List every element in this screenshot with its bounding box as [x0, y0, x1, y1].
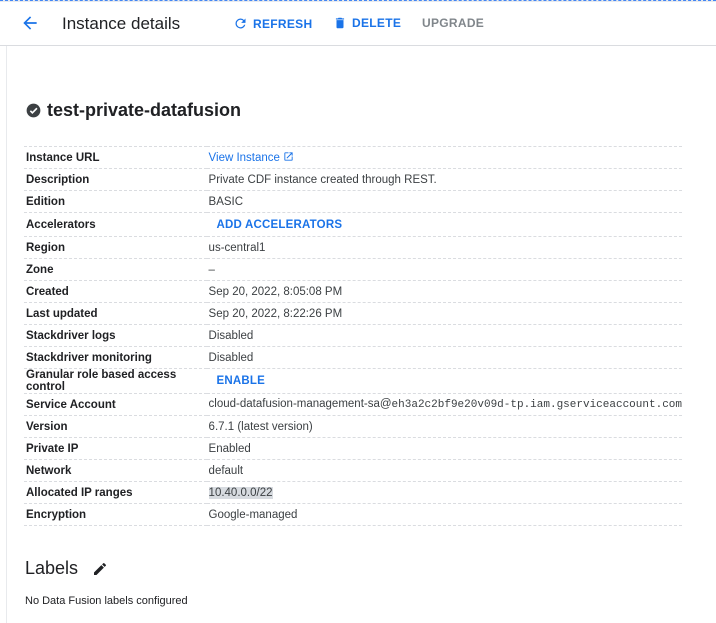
no-labels-text: No Data Fusion labels configured	[25, 595, 188, 607]
network-value: default	[206, 459, 682, 482]
created-value: Sep 20, 2022, 8:05:08 PM	[206, 280, 682, 303]
row-private-ip: Private IP Enabled	[24, 437, 682, 460]
row-network: Network default	[24, 459, 682, 482]
check-circle-icon	[26, 103, 41, 118]
accelerators-label: Accelerators	[24, 212, 207, 237]
upgrade-label: UPGRADE	[422, 16, 485, 30]
toolbar: Instance details REFRESH DELETE UPGRADE	[0, 2, 716, 46]
row-instance-url: Instance URL View Instance	[24, 146, 682, 169]
stackdriver-logs-value: Disabled	[206, 324, 682, 347]
refresh-button[interactable]: REFRESH	[233, 16, 312, 31]
encryption-label: Encryption	[24, 503, 207, 526]
instance-name: test-private-datafusion	[47, 100, 242, 120]
add-accelerators-button[interactable]: ADD ACCELERATORS	[217, 219, 343, 231]
view-instance-link[interactable]: View Instance	[209, 152, 280, 164]
pencil-icon[interactable]	[92, 561, 108, 577]
region-value: us-central1	[206, 236, 682, 259]
last-updated-label: Last updated	[24, 302, 207, 325]
row-ip-ranges: Allocated IP ranges 10.40.0.0/22	[24, 481, 682, 504]
accelerators-cell: ADD ACCELERATORS	[206, 212, 682, 237]
encryption-value: Google-managed	[206, 503, 682, 526]
row-stackdriver-logs: Stackdriver logs Disabled	[24, 324, 682, 347]
edition-value: BASIC	[206, 190, 682, 213]
row-description: Description Private CDF instance created…	[24, 168, 682, 191]
description-value: Private CDF instance created through RES…	[206, 168, 682, 191]
instance-details-table: Instance URL View Instance Description P…	[24, 146, 682, 526]
row-created: Created Sep 20, 2022, 8:05:08 PM	[24, 280, 682, 303]
row-version: Version 6.7.1 (latest version)	[24, 415, 682, 438]
network-label: Network	[24, 459, 207, 482]
edition-label: Edition	[24, 190, 207, 213]
enable-button[interactable]: ENABLE	[217, 375, 265, 387]
row-service-account: Service Account cloud-datafusion-managem…	[24, 393, 682, 416]
open-in-new-icon	[284, 152, 293, 161]
row-zone: Zone –	[24, 258, 682, 281]
zone-value: –	[206, 258, 682, 281]
service-account-value: cloud-datafusion-management-sa@eh3a2c2bf…	[206, 393, 682, 416]
refresh-icon	[235, 18, 246, 29]
trash-icon	[335, 17, 345, 29]
labels-title: Labels	[25, 558, 79, 578]
upgrade-button[interactable]: UPGRADE	[422, 16, 484, 30]
stackdriver-monitoring-label: Stackdriver monitoring	[24, 346, 207, 369]
ip-ranges-label: Allocated IP ranges	[24, 481, 207, 504]
row-encryption: Encryption Google-managed	[24, 503, 682, 526]
row-accelerators: Accelerators ADD ACCELERATORS	[24, 212, 682, 237]
row-stackdriver-monitoring: Stackdriver monitoring Disabled	[24, 346, 682, 369]
row-region: Region us-central1	[24, 236, 682, 259]
version-value: 6.7.1 (latest version)	[206, 415, 682, 438]
page-title: Instance details	[62, 14, 181, 33]
row-last-updated: Last updated Sep 20, 2022, 8:22:26 PM	[24, 302, 682, 325]
private-ip-label: Private IP	[24, 437, 207, 460]
back-arrow-icon[interactable]	[20, 13, 40, 33]
stackdriver-monitoring-value: Disabled	[206, 346, 682, 369]
region-label: Region	[24, 236, 207, 259]
version-label: Version	[24, 415, 207, 438]
service-account-prefix: cloud-datafusion-management-sa@	[208, 398, 392, 410]
refresh-label: REFRESH	[253, 16, 313, 31]
private-ip-value: Enabled	[206, 437, 682, 460]
instance-url-cell: View Instance	[206, 146, 682, 169]
description-label: Description	[24, 168, 207, 191]
delete-label: DELETE	[352, 16, 402, 30]
row-edition: Edition BASIC	[24, 190, 682, 213]
ip-ranges-cell: 10.40.0.0/22	[206, 481, 682, 504]
granular-access-cell: ENABLE	[206, 368, 682, 394]
delete-button[interactable]: DELETE	[333, 16, 401, 30]
row-granular-access: Granular role based access control ENABL…	[24, 368, 682, 394]
instance-header: test-private-datafusion	[26, 100, 241, 121]
last-updated-value: Sep 20, 2022, 8:22:26 PM	[206, 302, 682, 325]
zone-label: Zone	[24, 258, 207, 281]
service-account-domain: eh3a2c2bf9e20v09d-tp.iam.gserviceaccount…	[391, 399, 682, 411]
stackdriver-logs-label: Stackdriver logs	[24, 324, 207, 347]
service-account-label: Service Account	[24, 393, 207, 416]
ip-ranges-value: 10.40.0.0/22	[208, 486, 273, 499]
created-label: Created	[24, 280, 207, 303]
labels-header: Labels	[25, 558, 108, 579]
panel-divider	[6, 46, 7, 623]
instance-url-label: Instance URL	[24, 146, 207, 169]
granular-access-label: Granular role based access control	[24, 368, 207, 394]
